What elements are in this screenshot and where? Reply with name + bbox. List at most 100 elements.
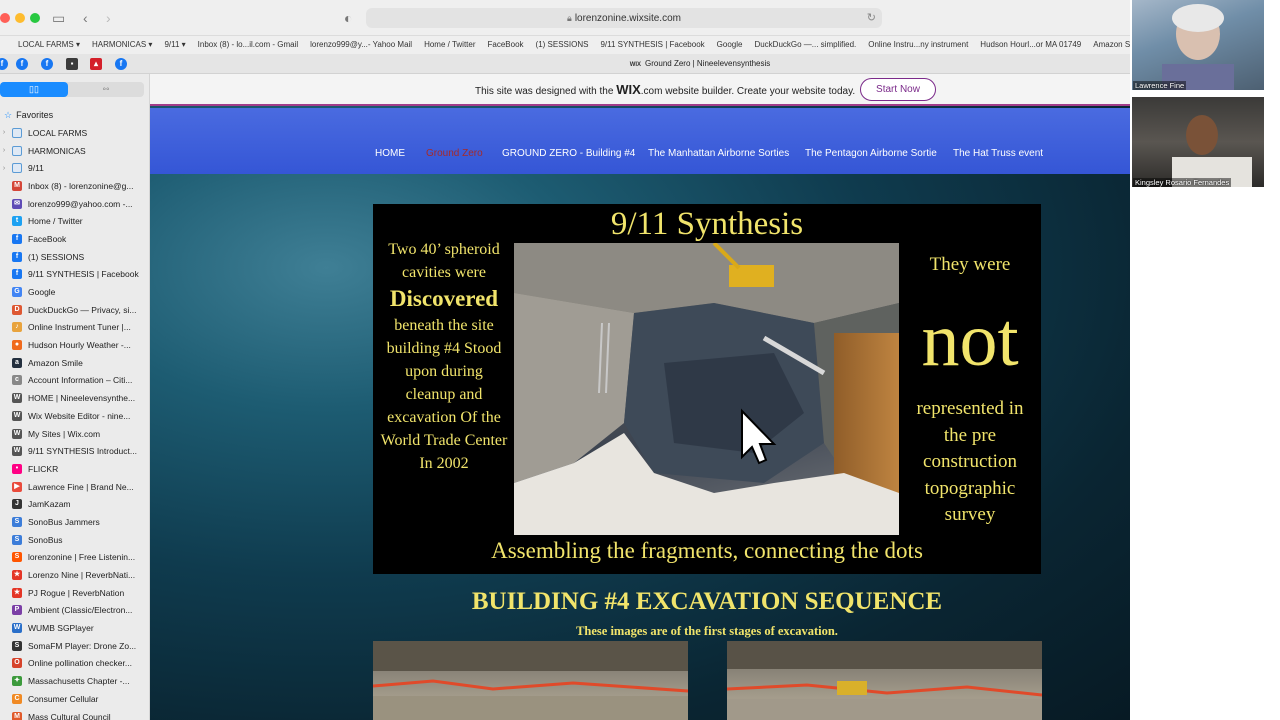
sidebar-item[interactable]: S SomaFM Player: Drone Zo... [0,637,149,655]
bookmark-item[interactable]: DuckDuckGo —... simplified. [754,36,856,54]
sidebar-item[interactable]: W My Sites | Wix.com [0,425,149,443]
start-now-button[interactable]: Start Now [860,78,936,101]
forward-icon[interactable]: › [106,8,111,28]
sidebar-item[interactable]: Slorenzonine | Free Listenin... [0,549,149,567]
sidebar-item[interactable]: D DuckDuckGo — Privacy, si... [0,301,149,319]
sidebar-item[interactable]: ✦ Massachusetts Chapter -... [0,672,149,690]
nav-link[interactable]: The Manhattan Airborne Sorties [648,108,789,174]
sidebar-item[interactable]: • FLICKR [0,460,149,478]
bookmark-item[interactable]: Google [717,36,743,54]
excavation-image-1[interactable] [373,641,688,720]
sidebar-item[interactable]: ▶ Lawrence Fine | Brand Ne... [0,478,149,496]
leaf-icon: ✦ [12,676,22,687]
sidebar-item[interactable]: M Mass Cultural Council [0,708,149,720]
star-icon: ☆ [4,110,13,120]
facebook-icon[interactable]: f [0,58,8,70]
sidebar-item[interactable]: ★ Lorenzo Nine | ReverbNati... [0,566,149,584]
facebook-icon[interactable]: f [41,58,53,70]
wix-icon: W [12,428,22,439]
bookmark-item[interactable]: Amazon Smile [1093,36,1130,54]
chevron-right-icon[interactable]: › [0,129,8,136]
reload-icon[interactable]: ↻ [867,8,876,28]
bookmark-item[interactable]: FaceBook [488,36,524,54]
sidebar-item[interactable]: W HOME | Nineelevensynthe... [0,389,149,407]
nav-link[interactable]: The Hat Truss event [953,108,1043,174]
sidebar-item-label: Amazon Smile [28,357,83,368]
excavation-image-2[interactable] [727,641,1042,720]
sidebar-item[interactable]: ● Hudson Hourly Weather -... [0,336,149,354]
sidebar-item[interactable]: › HARMONICAS [0,142,149,160]
sidebar-item[interactable]: a Amazon Smile [0,354,149,372]
chevron-right-icon[interactable]: › [0,147,8,154]
participant-video-2[interactable]: Kingsley Rosario Fernandes [1132,97,1264,187]
facebook-icon: f [12,233,22,244]
bookmark-item[interactable]: Inbox (8) - lo...il.com - Gmail [198,36,298,54]
sidebar-item[interactable]: c Account Information – Citi... [0,372,149,390]
folder-icon [12,127,22,138]
close-window-button[interactable] [0,13,10,23]
sidebar-item[interactable]: M Inbox (8) - lorenzonine@g... [0,177,149,195]
minimize-window-button[interactable] [15,13,25,23]
bookmarks-bar: LOCAL FARMS ▾ HARMONICAS ▾ 9/11 ▾ Inbox (8)… [0,36,1130,54]
sidebar-item[interactable]: W 9/11 SYNTHESIS Introduct... [0,442,149,460]
sidebar-item[interactable]: J JamKazam [0,495,149,513]
wix-promo-banner: This site was designed with the WIX.com … [150,74,1130,106]
wix-promo-text: This site was designed with the WIX.com … [475,82,856,97]
sidebar-item[interactable]: › LOCAL FARMS [0,124,149,142]
reading-list-tab[interactable]: ◦◦ [72,82,140,97]
active-tab[interactable]: WIX Ground Zero | Nineelevensynthesis [560,54,840,75]
sidebar-item[interactable]: › 9/11 [0,159,149,177]
participant-video-1[interactable]: Lawrence Fine [1132,0,1264,90]
bookmark-item[interactable]: Online Instru...ny instrument [868,36,968,54]
sidebar-item[interactable]: C Consumer Cellular [0,690,149,708]
chevron-right-icon[interactable]: › [0,165,8,172]
shield-icon[interactable]: ◐ [344,8,352,28]
sidebar-item-label: PJ Rogue | ReverbNation [28,587,125,598]
bookmark-item[interactable]: Hudson Hourl...or MA 01749 [980,36,1081,54]
bookmark-item[interactable]: lorenzo999@y...- Yahoo Mail [310,36,412,54]
bookmark-item[interactable]: Home / Twitter [424,36,475,54]
sidebar-item[interactable]: O Online pollination checker... [0,655,149,673]
bookmark-item[interactable]: (1) SESSIONS [536,36,589,54]
flag-icon[interactable]: ▴ [90,58,102,70]
sonobus-icon: S [12,534,22,545]
reverbnation-icon: ★ [12,587,22,598]
bookmark-item[interactable]: 9/11 ▾ [164,36,185,54]
bookmarks-tab[interactable]: ▯▯ [0,82,68,97]
sidebar-item-label: Hudson Hourly Weather -... [28,340,131,351]
bookmark-item[interactable]: 9/11 SYNTHESIS | Facebook [600,36,704,54]
favorites-header[interactable]: ☆ Favorites [4,110,53,121]
sidebar-item[interactable]: S SonoBus Jammers [0,513,149,531]
nav-link[interactable]: The Pentagon Airborne Sortie [805,108,937,174]
tuner-icon: ♪ [12,322,22,333]
sidebar-item[interactable]: f (1) SESSIONS [0,248,149,266]
sidebar-item[interactable]: ★ PJ Rogue | ReverbNation [0,584,149,602]
sidebar-item[interactable]: P Ambient (Classic/Electron... [0,602,149,620]
nav-link[interactable]: Ground Zero [426,108,483,174]
somafm-icon: S [12,640,22,651]
sidebar-item[interactable]: S SonoBus [0,531,149,549]
sidebar-toggle-icon[interactable]: ▭ [52,8,65,28]
sidebar-item[interactable]: f FaceBook [0,230,149,248]
folder-icon [12,145,22,156]
facebook-icon[interactable]: f [115,58,127,70]
sidebar-item[interactable]: ♪ Online Instrument Tuner |... [0,319,149,337]
back-icon[interactable]: ‹ [83,8,88,28]
site-nav: HOME Ground Zero GROUND ZERO - Building #4… [150,108,1130,174]
sidebar-item[interactable]: t Home / Twitter [0,212,149,230]
nav-link[interactable]: GROUND ZERO - Building #4 [502,108,635,174]
bookmark-item[interactable]: LOCAL FARMS ▾ [18,36,80,54]
sidebar-item[interactable]: W WUMB SGPlayer [0,619,149,637]
sidebar-item[interactable]: W Wix Website Editor - nine... [0,407,149,425]
nav-link[interactable]: HOME [375,108,405,174]
sidebar-item[interactable]: f 9/11 SYNTHESIS | Facebook [0,266,149,284]
site-icon[interactable]: ▪ [66,58,78,70]
address-bar[interactable]: 🔒︎ lorenzonine.wixsite.com ↻ [366,8,882,28]
sidebar-item-label: Lawrence Fine | Brand Ne... [28,481,134,492]
sidebar-item-label: Wix Website Editor - nine... [28,410,131,421]
facebook-icon[interactable]: f [16,58,28,70]
zoom-window-button[interactable] [30,13,40,23]
sidebar-item[interactable]: ✉ lorenzo999@yahoo.com -... [0,195,149,213]
bookmark-item[interactable]: HARMONICAS ▾ [92,36,152,54]
sidebar-item[interactable]: G Google [0,283,149,301]
